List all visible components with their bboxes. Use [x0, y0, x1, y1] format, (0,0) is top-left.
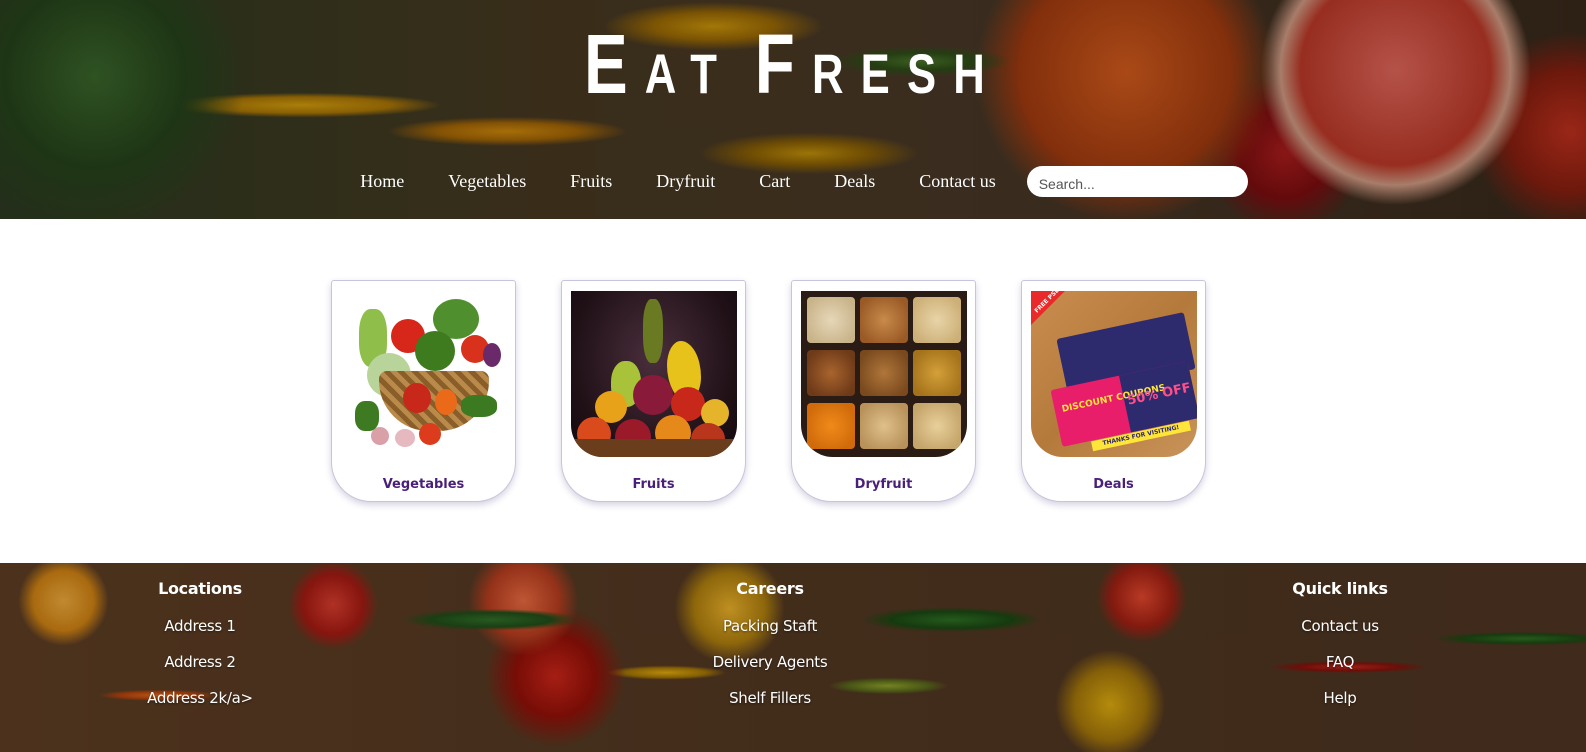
nav-fruits[interactable]: Fruits	[548, 171, 634, 192]
footer-heading: Careers	[736, 579, 804, 598]
footer-link-contact-us[interactable]: Contact us	[1190, 617, 1490, 635]
footer-heading: Quick links	[1292, 579, 1388, 598]
footer-link-help[interactable]: Help	[1190, 689, 1490, 707]
footer-link-shelf-fillers[interactable]: Shelf Fillers	[620, 689, 920, 707]
category-card-vegetables[interactable]: Vegetables	[331, 280, 516, 502]
fruit-pile-image	[571, 291, 737, 457]
footer-link-address-3[interactable]: Address 2k/a>	[50, 689, 350, 707]
dryfruit-box-image	[801, 291, 967, 457]
main-nav: Home Vegetables Fruits Dryfruit Cart Dea…	[0, 166, 1586, 197]
footer-link-packing-staff[interactable]: Packing Staft	[620, 617, 920, 635]
site-title: Eat Fresh	[0, 22, 1586, 106]
card-label: Dryfruit	[854, 477, 913, 492]
nav-cart[interactable]: Cart	[737, 171, 812, 192]
category-card-deals[interactable]: DISCOUNT COUPONS 50% OFF THANKS FOR VISI…	[1021, 280, 1206, 502]
category-card-fruits[interactable]: Fruits	[561, 280, 746, 502]
brand-letter-f: F	[754, 17, 812, 111]
card-label: Fruits	[632, 477, 675, 492]
footer-locations: Locations Address 1 Address 2 Address 2k…	[50, 579, 350, 725]
footer-heading: Locations	[158, 579, 242, 598]
category-card-dryfruit[interactable]: Dryfruit	[791, 280, 976, 502]
footer-link-faq[interactable]: FAQ	[1190, 653, 1490, 671]
footer-link-delivery-agents[interactable]: Delivery Agents	[620, 653, 920, 671]
brand-letter-e: E	[583, 17, 645, 111]
brand-word-at: at	[644, 42, 735, 105]
nav-deals[interactable]: Deals	[812, 171, 897, 192]
footer-quick-links: Quick links Contact us FAQ Help	[1190, 579, 1490, 725]
vegetable-basket-image	[341, 291, 507, 457]
nav-vegetables[interactable]: Vegetables	[426, 171, 548, 192]
brand-word-resh: resh	[811, 42, 1002, 105]
discount-coupons-image: DISCOUNT COUPONS 50% OFF THANKS FOR VISI…	[1031, 291, 1197, 457]
nav-contact-us[interactable]: Contact us	[897, 171, 1018, 192]
site-footer: Locations Address 1 Address 2 Address 2k…	[0, 563, 1586, 752]
search-input[interactable]	[1026, 166, 1248, 197]
card-label: Vegetables	[382, 477, 465, 492]
card-label: Deals	[1093, 477, 1134, 492]
footer-link-address-2[interactable]: Address 2	[50, 653, 350, 671]
category-cards: Vegetables Fruits Dryfruit DISCOUNT COUP…	[331, 280, 1211, 502]
nav-home[interactable]: Home	[338, 171, 426, 192]
footer-link-address-1[interactable]: Address 1	[50, 617, 350, 635]
hero-header: Eat Fresh Home Vegetables Fruits Dryfrui…	[0, 0, 1586, 219]
nav-dryfruit[interactable]: Dryfruit	[634, 171, 737, 192]
footer-careers: Careers Packing Staft Delivery Agents Sh…	[620, 579, 920, 725]
